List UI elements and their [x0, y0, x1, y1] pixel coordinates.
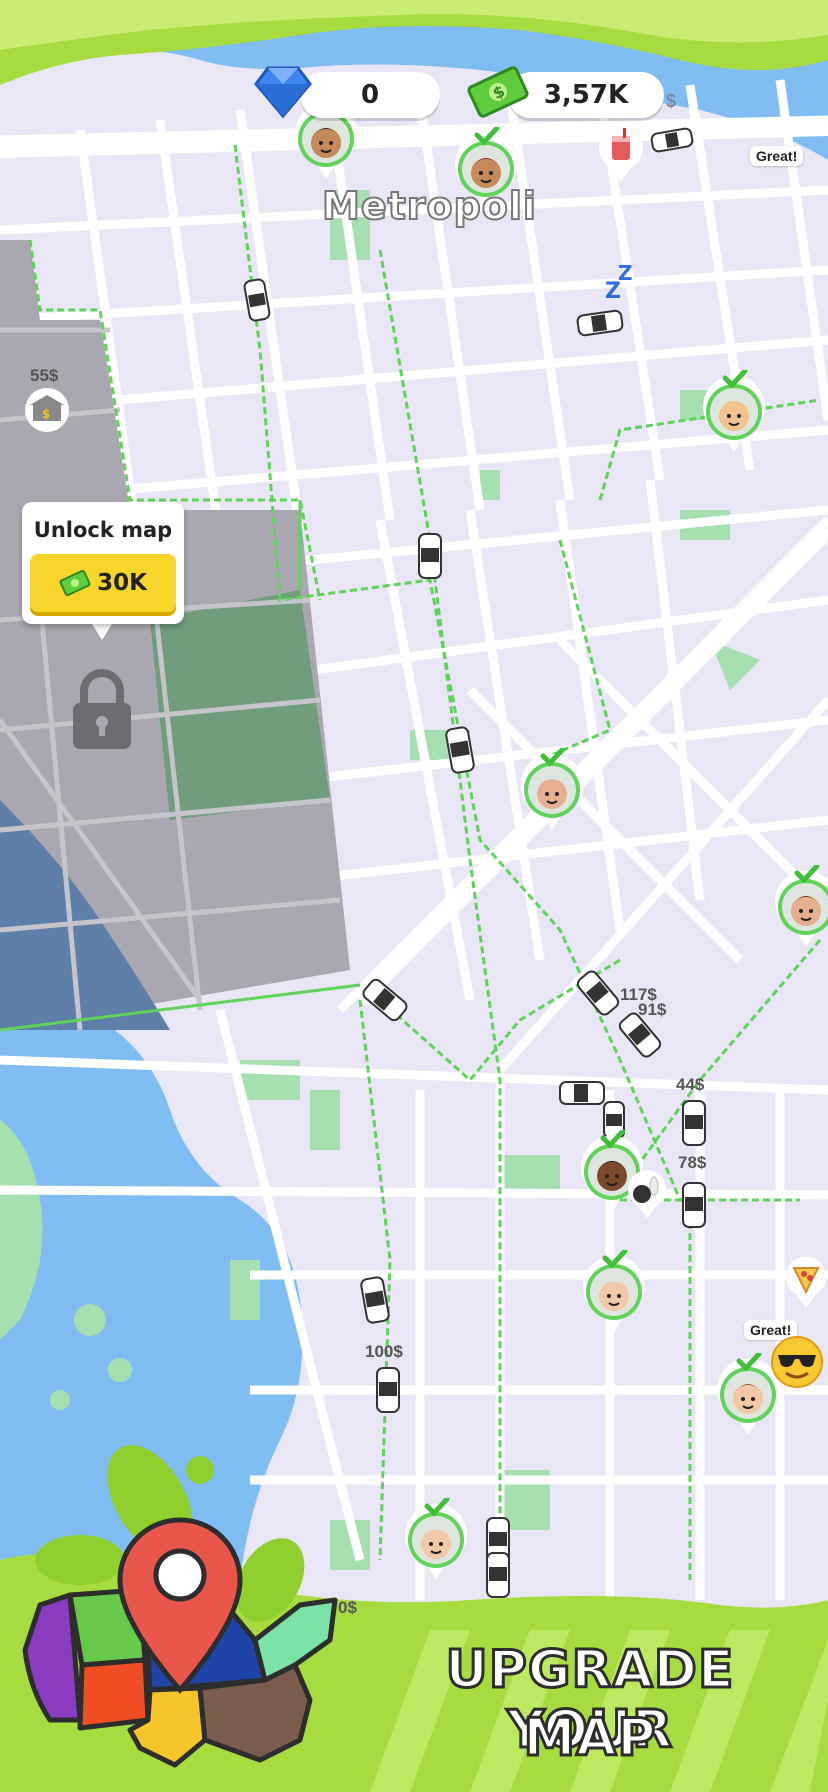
gem-counter[interactable]: 0: [300, 72, 440, 118]
diamond-icon: [254, 66, 312, 119]
bank-icon: $: [25, 388, 69, 432]
drink-icon[interactable]: [597, 124, 645, 184]
cash-cut-label: $: [666, 91, 677, 111]
unlock-map-button[interactable]: 30K: [30, 554, 176, 612]
earning-label: 44$: [676, 1075, 705, 1094]
gem-count: 0: [360, 80, 380, 110]
earning-label: 55$: [30, 366, 59, 385]
game-screen: Z Z $ 0 3,57K $ $ Metropoli Unlock map 3…: [0, 0, 828, 1792]
customer-avatar-pin[interactable]: [579, 1250, 649, 1334]
earning-label: 0$: [338, 1598, 357, 1617]
banner-title-line2: MAP: [522, 1707, 657, 1770]
svg-text:$: $: [42, 407, 50, 421]
cash-icon: $: [467, 66, 529, 118]
svg-text:Z: Z: [618, 261, 633, 285]
unlock-map-title: Unlock map: [33, 518, 173, 542]
unlock-map-card: Unlock map 30K: [22, 502, 184, 624]
bowling-icon[interactable]: [624, 1168, 670, 1220]
cash-counter[interactable]: 3,57K: [508, 72, 664, 118]
reaction-bubble: Great!: [750, 146, 804, 166]
sunglasses-emoji-icon: [771, 1336, 823, 1388]
unlock-map-price: 30K: [97, 570, 147, 596]
cash-icon: [59, 569, 91, 597]
earning-label: 100$: [365, 1342, 403, 1361]
customer-avatar-pin[interactable]: [517, 748, 587, 832]
earning-label: 78$: [678, 1153, 707, 1172]
customer-avatar-pin[interactable]: [699, 370, 769, 454]
pizza-icon[interactable]: [784, 1254, 828, 1310]
customer-avatar-pin[interactable]: [771, 865, 828, 949]
customer-avatar-pin[interactable]: [401, 1498, 471, 1582]
cash-count: 3,57K: [543, 80, 629, 110]
earning-label: 91$: [638, 1000, 667, 1019]
city-name-label: Metropoli: [321, 183, 537, 229]
